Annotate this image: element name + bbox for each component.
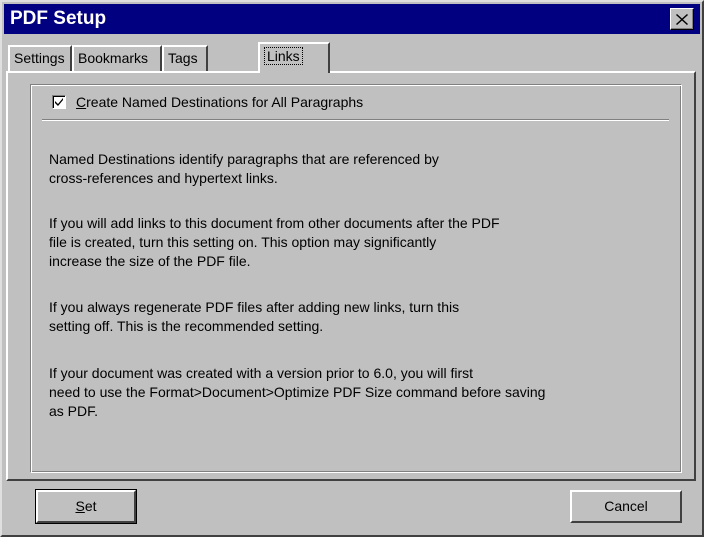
paragraph-regenerate: If you always regenerate PDF files after…: [49, 299, 460, 334]
dialog-title: PDF Setup: [10, 8, 107, 29]
tab-tags-label: Tags: [168, 50, 198, 66]
separator-line: [42, 119, 669, 121]
mnemonic-s: S: [75, 498, 85, 514]
paragraph-add-links: If you will add links to this document f…: [49, 215, 500, 269]
tab-bookmarks-label: Bookmarks: [78, 50, 149, 66]
set-button-label: et: [84, 498, 97, 514]
tab-tags[interactable]: Tags: [162, 45, 208, 71]
tab-bookmarks[interactable]: Bookmarks: [72, 45, 162, 71]
tab-links-label: Links: [264, 47, 303, 65]
paragraph-prior-version: If your document was created with a vers…: [49, 365, 546, 419]
title-bar[interactable]: PDF Setup: [4, 4, 700, 34]
mnemonic-c: C: [76, 94, 87, 110]
cancel-button[interactable]: Cancel: [570, 490, 682, 523]
close-button[interactable]: [670, 8, 694, 30]
named-destinations-label: Create Named Destinations for All Paragr…: [76, 94, 363, 110]
checkmark-icon: [55, 98, 63, 106]
tab-settings-label: Settings: [14, 50, 65, 66]
checkbox-label-text: reate Named Destinations for All Paragra…: [86, 94, 364, 110]
tab-links[interactable]: Links: [258, 42, 330, 73]
close-x-icon: [676, 13, 688, 25]
paragraph-named-destinations: Named Destinations identify paragraphs t…: [49, 151, 439, 186]
set-button[interactable]: Set: [35, 489, 137, 524]
named-destinations-option[interactable]: Create Named Destinations for All Paragr…: [52, 92, 363, 112]
tab-settings[interactable]: Settings: [8, 45, 72, 71]
named-destinations-checkbox[interactable]: [52, 95, 66, 109]
